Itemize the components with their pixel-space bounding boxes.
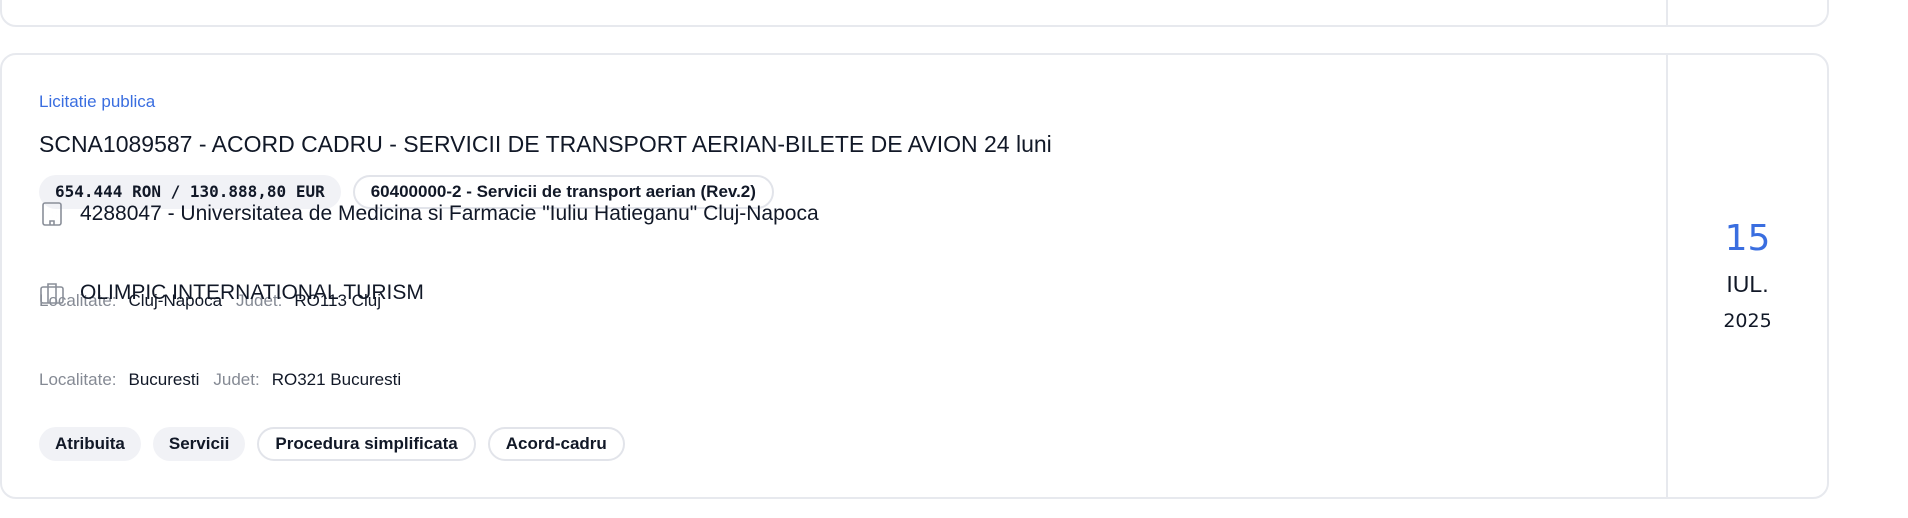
tender-title[interactable]: SCNA1089587 - ACORD CADRU - SERVICII DE …: [39, 131, 1052, 158]
building-icon: [39, 201, 65, 227]
supplier-location: Localitate: Bucuresti Judet: RO321 Bucurest…: [39, 370, 415, 390]
category-tag: Servicii: [152, 427, 246, 461]
contracting-authority-name[interactable]: 4288047 - Universitatea de Medicina si F…: [80, 202, 819, 226]
briefcase-icon: [39, 280, 65, 306]
judet-value: RO321 Bucuresti: [271, 370, 402, 389]
tender-result-card[interactable]: Licitatie publica SCNA1089587 - ACORD CA…: [0, 53, 1829, 499]
supplier-name[interactable]: OLIMPIC INTERNATIONAL TURISM: [80, 281, 424, 305]
supplier: OLIMPIC INTERNATIONAL TURISM: [39, 280, 424, 306]
date-month: IUL.: [1726, 270, 1769, 297]
previous-card-date-column: [1666, 0, 1827, 25]
previous-card-body: [2, 0, 1666, 25]
date-column: 15 IUL. 2025: [1666, 55, 1827, 497]
status-tag: Atribuita: [39, 427, 141, 461]
contracting-authority: 4288047 - Universitatea de Medicina si F…: [39, 201, 819, 227]
contract-type-tag: Acord-cadru: [487, 427, 625, 461]
localitate-value: Bucuresti: [128, 370, 200, 389]
procedure-type-label: Licitatie publica: [39, 92, 156, 111]
judet-label: Judet:: [213, 370, 260, 389]
status-tags: Atribuita Servicii Procedura simplificat…: [39, 427, 625, 461]
date-year: 2025: [1723, 309, 1772, 332]
date-day: 15: [1724, 217, 1771, 259]
procedure-tag: Procedura simplificata: [257, 427, 476, 461]
tender-card-body: Licitatie publica SCNA1089587 - ACORD CA…: [2, 55, 1666, 497]
previous-result-card[interactable]: [0, 0, 1829, 27]
localitate-label: Localitate:: [39, 370, 117, 389]
